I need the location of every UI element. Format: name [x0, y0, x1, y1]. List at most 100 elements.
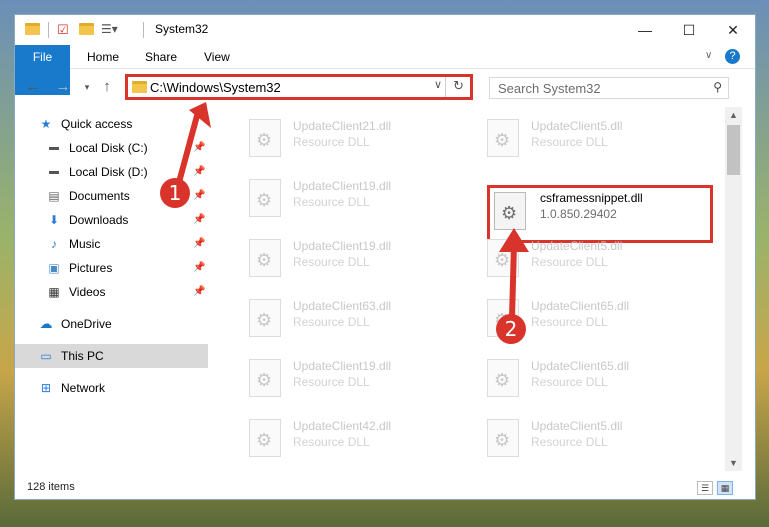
- sidebar-item-music[interactable]: ♪ Music 📌: [15, 232, 208, 256]
- videos-icon: ▦: [48, 285, 60, 299]
- scroll-up-icon[interactable]: ▲: [725, 107, 742, 123]
- sidebar-item-videos[interactable]: ▦ Videos 📌: [15, 280, 208, 304]
- sidebar-item-local-disk-c[interactable]: ▬ Local Disk (C:) 📌: [15, 136, 208, 160]
- dll-file-icon: ⚙: [249, 179, 281, 217]
- tab-view[interactable]: View: [192, 45, 242, 69]
- documents-icon: ▤: [48, 189, 60, 203]
- file-name: UpdateClient19.dll: [293, 359, 392, 373]
- music-icon: ♪: [51, 237, 57, 251]
- close-button[interactable]: ✕: [711, 19, 755, 41]
- sidebar-item-onedrive[interactable]: ☁ OneDrive: [15, 312, 208, 336]
- dll-file-icon: ⚙: [249, 119, 281, 157]
- gear-icon: ⚙: [256, 190, 273, 210]
- tab-home[interactable]: Home: [75, 45, 131, 69]
- file-description: Resource DLL: [293, 135, 370, 149]
- sidebar-item-label: Local Disk (C:): [69, 141, 148, 155]
- gear-icon: ⚙: [501, 203, 518, 223]
- file-item[interactable]: ⚙ UpdateClient65.dll Resource DLL: [473, 351, 693, 401]
- dll-file-icon: ⚙: [249, 359, 281, 397]
- search-input[interactable]: Search System32 ⚲: [489, 77, 729, 99]
- file-description: Resource DLL: [531, 135, 608, 149]
- file-description: Resource DLL: [293, 255, 370, 269]
- file-item[interactable]: ⚙ UpdateClient5.dll Resource DLL: [473, 231, 693, 281]
- forward-button[interactable]: →: [53, 77, 73, 97]
- dll-file-icon: ⚙: [487, 419, 519, 457]
- file-item[interactable]: ⚙ UpdateClient63.dll Resource DLL: [235, 291, 455, 341]
- sidebar-item-label: Pictures: [69, 261, 113, 275]
- dll-file-icon: ⚙: [249, 299, 281, 337]
- dll-file-icon: ⚙: [249, 239, 281, 277]
- separator: [445, 77, 446, 97]
- separator: [143, 22, 144, 38]
- scroll-thumb[interactable]: [727, 125, 740, 175]
- back-button[interactable]: ←: [23, 77, 43, 97]
- computer-icon: ▭: [40, 349, 52, 363]
- file-item[interactable]: ⚙ UpdateClient42.dll Resource DLL: [235, 411, 455, 461]
- maximize-button[interactable]: ☐: [667, 19, 711, 41]
- file-description: Resource DLL: [293, 375, 370, 389]
- sidebar-item-label: Downloads: [69, 213, 129, 227]
- drive-icon: ▬: [49, 166, 59, 177]
- file-description: Resource DLL: [293, 435, 370, 449]
- file-description: Resource DLL: [293, 315, 370, 329]
- refresh-icon[interactable]: ↻: [453, 78, 464, 94]
- sidebar-item-this-pc[interactable]: ▭ This PC: [15, 344, 208, 368]
- folder-icon: [25, 23, 40, 35]
- network-icon: ⊞: [40, 381, 52, 395]
- pin-icon: 📌: [193, 262, 206, 273]
- file-name: UpdateClient65.dll: [531, 359, 630, 373]
- dll-file-icon: ⚙: [487, 119, 519, 157]
- pin-icon: 📌: [193, 190, 206, 201]
- sidebar-item-pictures[interactable]: ▣ Pictures 📌: [15, 256, 208, 280]
- gear-icon: ⚙: [494, 250, 511, 270]
- item-count: 128 items: [27, 481, 75, 493]
- gear-icon: ⚙: [256, 370, 273, 390]
- step-1-callout: 1: [160, 178, 190, 208]
- recent-locations-button[interactable]: ▾: [77, 77, 97, 97]
- pin-icon: 📌: [193, 166, 206, 177]
- address-bar[interactable]: C:\Windows\System32 ∨ ↻: [125, 74, 473, 100]
- help-button[interactable]: ?: [725, 49, 740, 64]
- file-item[interactable]: ⚙ UpdateClient19.dll Resource DLL: [235, 231, 455, 281]
- minimize-button[interactable]: —: [623, 19, 667, 41]
- scroll-down-icon[interactable]: ▼: [725, 455, 742, 471]
- file-version: 1.0.850.29402: [540, 207, 617, 221]
- sidebar-item-quick-access[interactable]: ★ Quick access: [15, 112, 208, 136]
- file-name: UpdateClient5.dll: [531, 419, 623, 433]
- customize-toolbar-icon[interactable]: ☰▾: [101, 22, 118, 38]
- tab-share[interactable]: Share: [133, 45, 189, 69]
- sidebar-item-label: Music: [69, 237, 101, 251]
- pin-icon: 📌: [193, 142, 206, 153]
- vertical-scrollbar[interactable]: ▲ ▼: [725, 107, 742, 471]
- drive-icon: ▬: [49, 142, 59, 153]
- file-description: Resource DLL: [293, 195, 370, 209]
- file-description: Resource DLL: [531, 435, 608, 449]
- file-name: UpdateClient5.dll: [531, 239, 623, 253]
- address-path[interactable]: C:\Windows\System32: [150, 80, 281, 95]
- file-item[interactable]: ⚙ UpdateClient19.dll Resource DLL: [235, 351, 455, 401]
- navigation-bar: ← → ▾ ↑ C:\Windows\System32 ∨ ↻ Search S…: [15, 71, 755, 103]
- step-2-callout: 2: [496, 314, 526, 344]
- sidebar-item-network[interactable]: ⊞ Network: [15, 376, 208, 400]
- file-item[interactable]: ⚙ UpdateClient19.dll Resource DLL: [235, 171, 455, 221]
- sidebar-item-downloads[interactable]: ⬇ Downloads 📌: [15, 208, 208, 232]
- chevron-down-icon[interactable]: ∨: [434, 78, 442, 91]
- sidebar-item-label: Local Disk (D:): [69, 165, 148, 179]
- window-title: System32: [155, 22, 209, 36]
- expand-ribbon-icon[interactable]: ∨: [705, 50, 712, 61]
- up-button[interactable]: ↑: [97, 77, 117, 97]
- details-view-icon[interactable]: ☰: [697, 481, 713, 495]
- gear-icon: ⚙: [256, 310, 273, 330]
- gear-icon: ⚙: [494, 370, 511, 390]
- properties-icon[interactable]: ☑: [57, 22, 69, 38]
- new-folder-icon[interactable]: [79, 23, 94, 35]
- file-item[interactable]: ⚙ UpdateClient21.dll Resource DLL: [235, 111, 455, 161]
- file-item[interactable]: ⚙ UpdateClient5.dll Resource DLL: [473, 411, 693, 461]
- search-icon[interactable]: ⚲: [713, 80, 722, 94]
- pin-icon: 📌: [193, 214, 206, 225]
- large-icons-view-icon[interactable]: ▦: [717, 481, 733, 495]
- file-item[interactable]: ⚙ UpdateClient5.dll Resource DLL: [473, 111, 693, 161]
- sidebar-item-label: Quick access: [61, 117, 133, 131]
- pin-icon: 📌: [193, 286, 206, 297]
- cloud-icon: ☁: [39, 316, 53, 331]
